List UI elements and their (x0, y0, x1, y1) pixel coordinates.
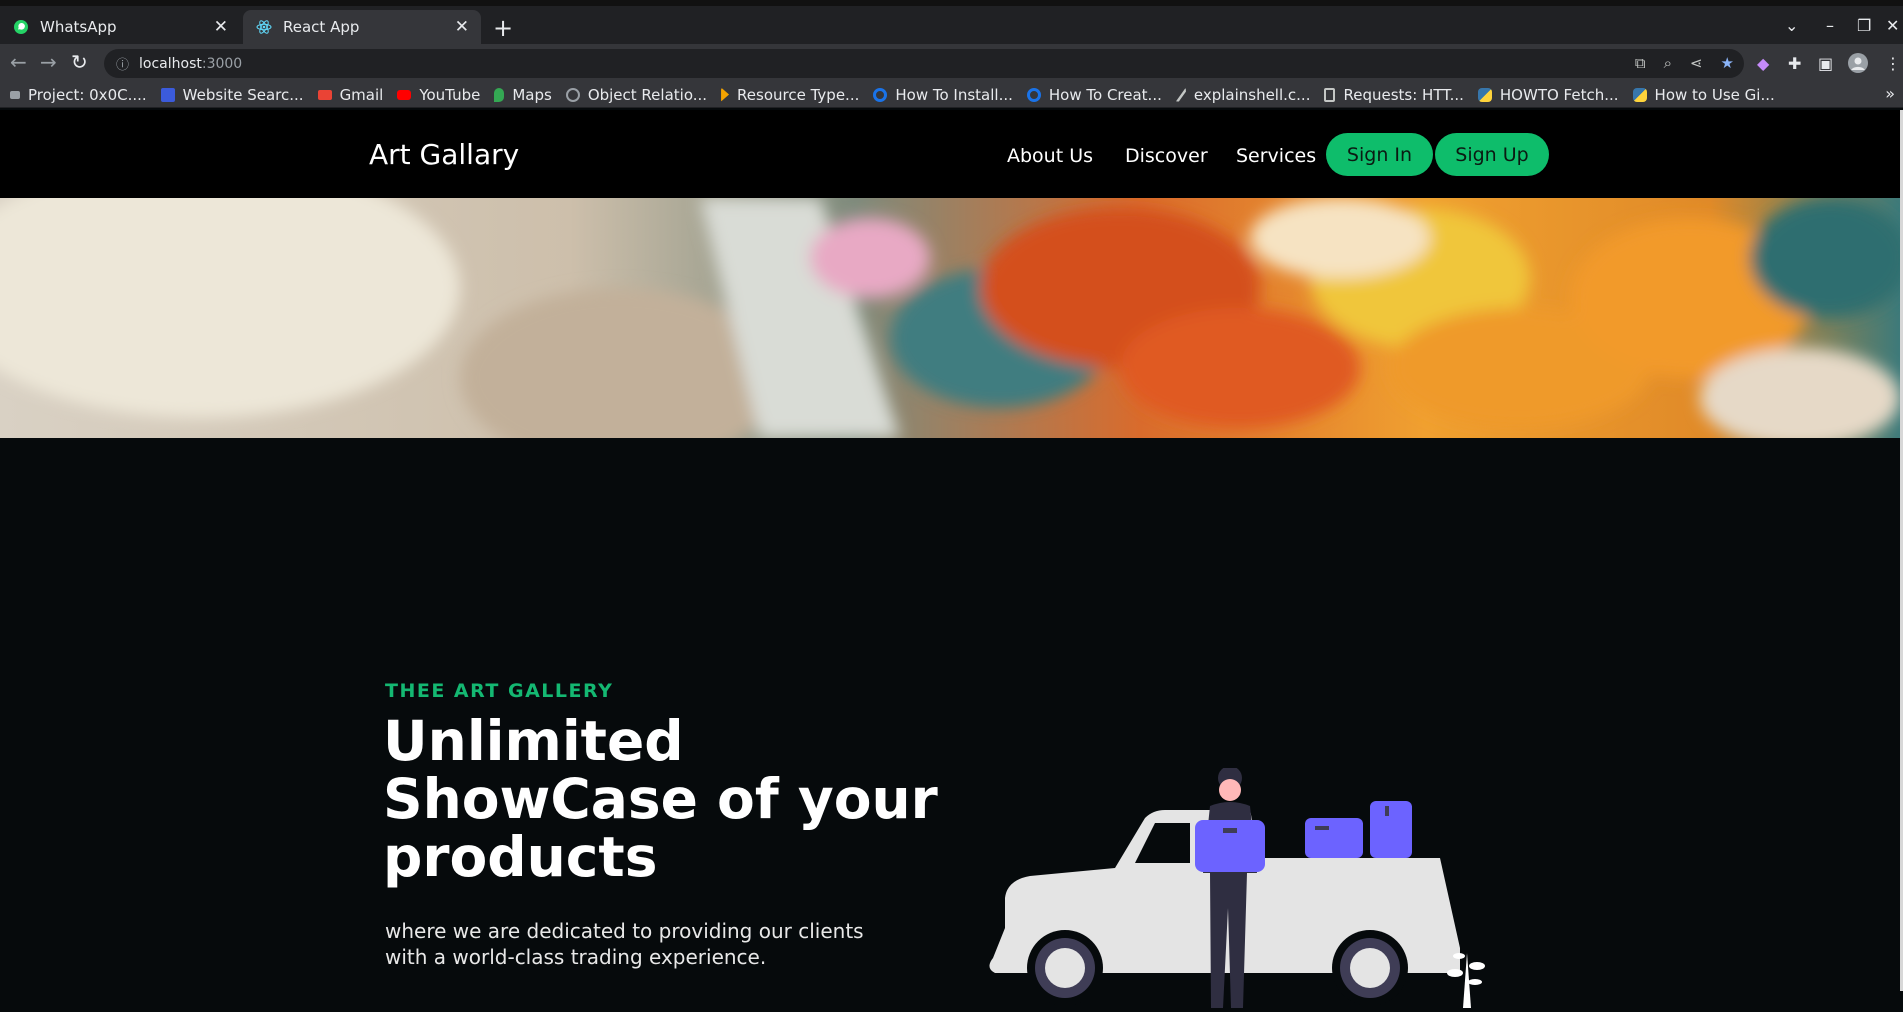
sign-up-button[interactable]: Sign Up (1435, 133, 1549, 176)
profile-avatar[interactable] (1848, 53, 1868, 76)
shell-icon (1175, 87, 1186, 102)
open-in-app-icon[interactable]: ⧉ (1635, 54, 1646, 72)
site-navbar: Art Gallary About Us Discover Services S… (0, 110, 1900, 198)
url-input[interactable]: ⓘ localhost:3000 ⧉ ⌕ ⋖ ★ (104, 49, 1744, 78)
hero-section: THEE ART GALLERY Unlimited ShowCase of y… (0, 438, 1900, 1008)
gmail-icon (317, 89, 332, 100)
bookmark-item[interactable]: Gmail (317, 86, 383, 104)
nav-link-discover[interactable]: Discover (1125, 145, 1208, 167)
bookmark-item[interactable]: YouTube (397, 86, 480, 104)
side-panel-icon[interactable]: ▣ (1818, 54, 1833, 74)
youtube-icon (397, 89, 412, 100)
new-tab-plus-icon[interactable]: + (493, 14, 513, 42)
tab-whatsapp[interactable]: WhatsApp ✕ (0, 10, 240, 44)
do-icon (1026, 87, 1041, 102)
minimize-icon[interactable]: – (1826, 16, 1834, 35)
close-tab-icon[interactable]: ✕ (214, 17, 228, 37)
close-tab-icon[interactable]: ✕ (455, 17, 469, 37)
alx-icon (10, 90, 20, 99)
tab-title: React App (283, 18, 360, 36)
site-info-icon[interactable]: ⓘ (116, 54, 129, 73)
site-logo[interactable]: Art Gallary (369, 138, 519, 171)
tab-react-app[interactable]: React App ✕ (243, 10, 481, 44)
bookmarks-bar: Project: 0x0C.... Website Searc... Gmail… (0, 82, 1903, 108)
bookmark-item[interactable]: Object Relatio... (565, 86, 707, 104)
url-port: :3000 (201, 55, 243, 72)
arrow-icon (721, 87, 730, 102)
menu-kebab-icon[interactable]: ⋮ (1885, 54, 1901, 74)
nav-link-about-us[interactable]: About Us (1007, 145, 1093, 167)
close-window-icon[interactable]: ✕ (1886, 16, 1899, 35)
jw-icon (160, 87, 175, 102)
bookmark-item[interactable]: Requests: HTT... (1324, 86, 1464, 104)
extension-icon[interactable]: ◆ (1757, 54, 1769, 74)
bookmark-item[interactable]: Project: 0x0C.... (10, 86, 147, 104)
bookmark-star-icon[interactable]: ★ (1721, 54, 1734, 72)
share-icon[interactable]: ⋖ (1690, 54, 1703, 72)
reload-icon[interactable]: ↻ (71, 52, 88, 72)
hero-headline: Unlimited ShowCase of your products (383, 709, 938, 889)
hero-banner-image (0, 198, 1900, 438)
address-toolbar: ← → ↻ ⓘ localhost:3000 ⧉ ⌕ ⋖ ★ ◆ ✚ ▣ ⋮ (0, 44, 1903, 82)
zoom-icon[interactable]: ⌕ (1664, 54, 1672, 72)
whatsapp-icon (12, 18, 30, 36)
react-icon (255, 18, 273, 36)
tab-search-chevron-icon[interactable]: ⌄ (1785, 16, 1798, 35)
bookmark-item[interactable]: HOWTO Fetch... (1477, 86, 1619, 104)
sign-in-button[interactable]: Sign In (1326, 133, 1433, 176)
nav-link-services[interactable]: Services (1236, 145, 1316, 167)
doc-icon (1324, 87, 1336, 102)
bookmark-item[interactable]: explainshell.c... (1175, 86, 1310, 104)
url-host: localhost (139, 55, 202, 72)
more-bookmarks-icon[interactable]: » (1885, 84, 1895, 103)
bookmark-item[interactable]: Website Searc... (160, 86, 304, 104)
back-icon[interactable]: ← (10, 52, 27, 72)
python-icon (1632, 87, 1647, 102)
bookmark-item[interactable]: How To Install... (873, 86, 1013, 104)
bookmark-item[interactable]: Maps (494, 86, 552, 104)
bookmark-item[interactable]: How To Creat... (1026, 86, 1162, 104)
extensions-puzzle-icon[interactable]: ✚ (1788, 54, 1801, 74)
bookmark-item[interactable]: How to Use Gi... (1632, 86, 1775, 104)
tab-title: WhatsApp (40, 18, 117, 36)
restore-icon[interactable]: ❐ (1857, 16, 1871, 35)
forward-icon[interactable]: → (40, 52, 57, 72)
browser-tab-strip: WhatsApp ✕ React App ✕ + ⌄ – ❐ ✕ (0, 0, 1903, 44)
bookmark-item[interactable]: Resource Type... (721, 86, 859, 104)
hero-eyebrow: THEE ART GALLERY (385, 680, 614, 702)
maps-icon (494, 87, 505, 102)
python-icon (1477, 87, 1492, 102)
do-icon (873, 87, 888, 102)
hero-subtext: where we are dedicated to providing our … (385, 919, 864, 969)
circle-icon (565, 87, 580, 102)
delivery-truck-illustration (985, 766, 1515, 1012)
